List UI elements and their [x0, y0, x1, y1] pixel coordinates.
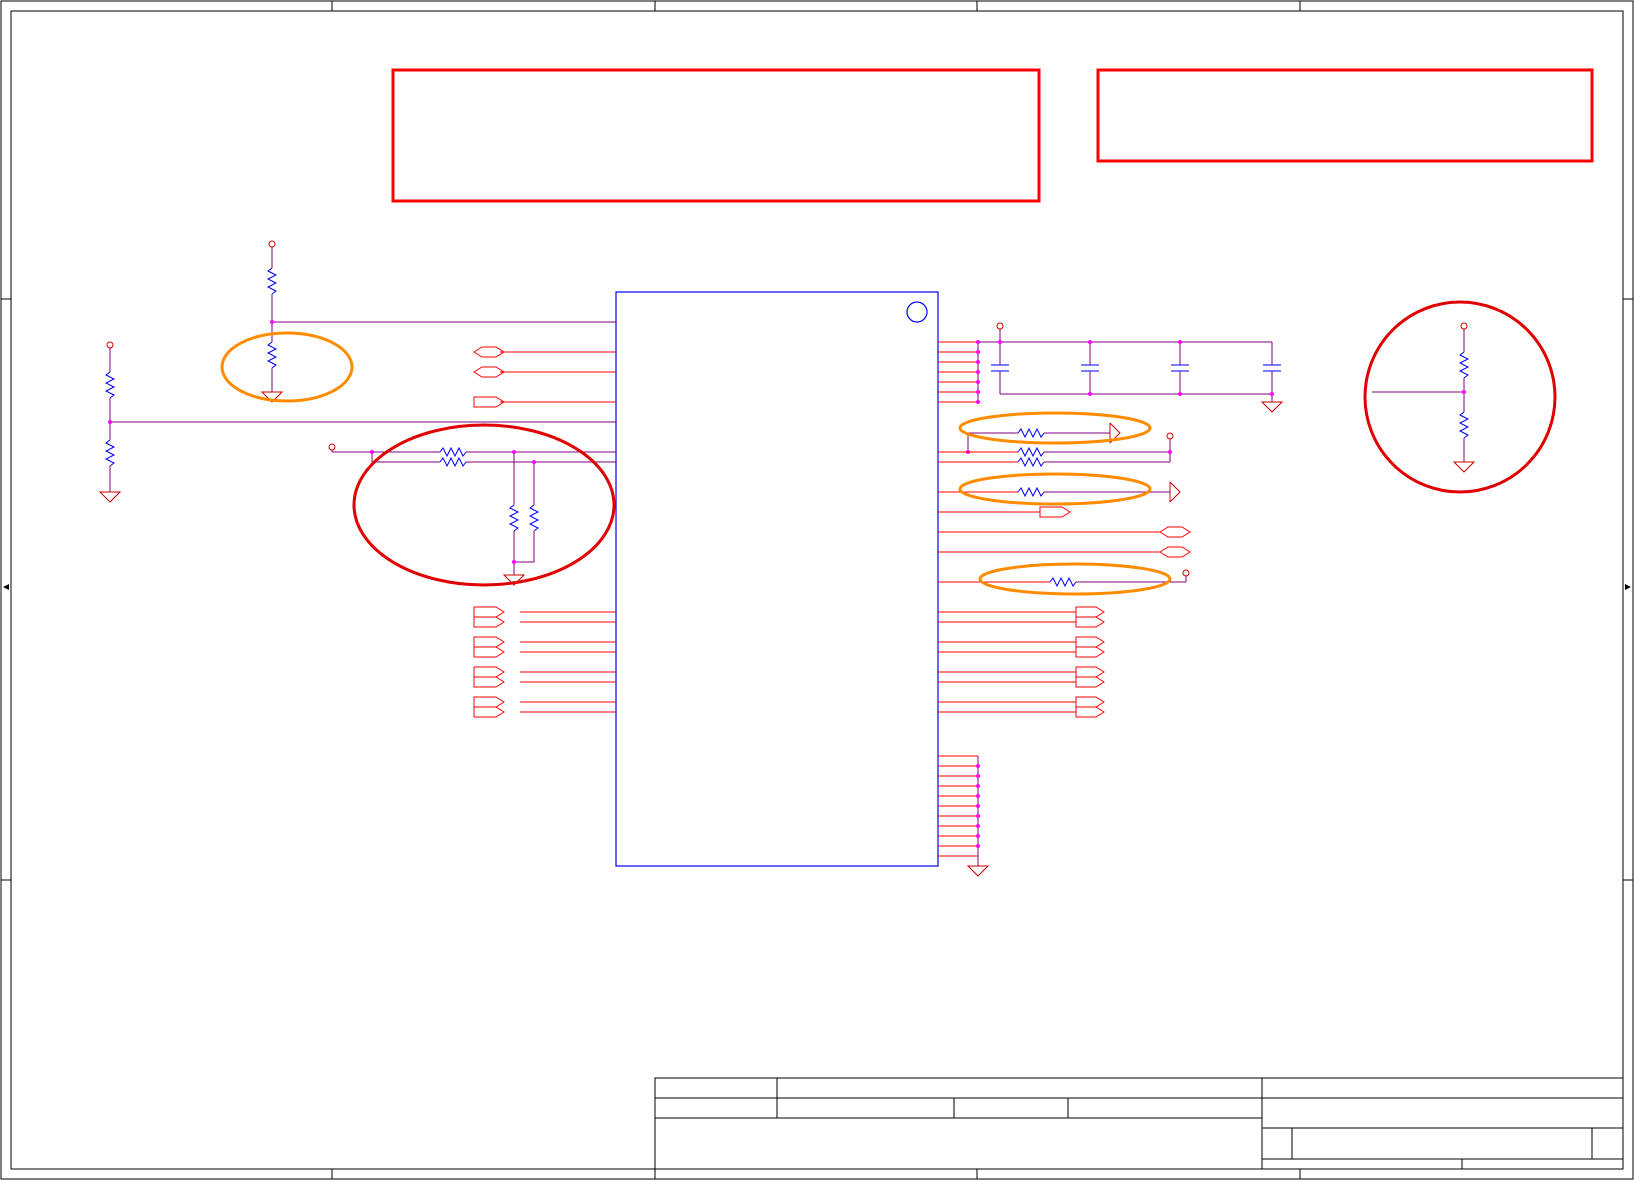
ground-symbol — [98, 491, 122, 503]
port-pair — [473, 636, 505, 648]
resistor — [266, 341, 278, 369]
port-pair — [473, 676, 505, 688]
ground-symbol — [1260, 401, 1284, 413]
schematic-canvas — [0, 0, 1634, 1180]
resistor — [104, 371, 116, 399]
resistor — [439, 456, 467, 468]
schematic-sheet — [0, 0, 1634, 1180]
pin1-marker — [906, 301, 928, 323]
resistor — [1017, 446, 1045, 458]
highlight-orange — [220, 331, 354, 403]
left-ports — [473, 346, 505, 718]
resistor — [266, 267, 278, 295]
resistor — [1458, 351, 1470, 379]
resistor — [439, 446, 467, 458]
resistor — [528, 504, 540, 532]
resistor — [1017, 456, 1045, 468]
highlight-orange — [978, 562, 1172, 596]
port-pair — [473, 646, 505, 658]
highlight-orange — [958, 472, 1152, 506]
right-ports — [1075, 606, 1105, 718]
resistor — [1017, 427, 1045, 439]
highlight-red — [352, 423, 616, 587]
port-bidir — [1159, 546, 1191, 558]
port-pair — [473, 616, 505, 628]
center-marker-right — [1625, 584, 1631, 590]
capacitor — [1263, 342, 1281, 402]
port-pair — [473, 696, 505, 708]
note-box-left — [391, 68, 1041, 203]
resistor — [1049, 576, 1077, 588]
capacitor — [1171, 340, 1189, 396]
right-pins-diff — [938, 611, 1076, 713]
right-pins-power — [938, 341, 978, 403]
sheet-frame — [0, 0, 1634, 1180]
arrow-port — [1169, 481, 1181, 503]
left-pins — [500, 351, 616, 713]
resistor — [1458, 411, 1470, 439]
port-bidir — [1159, 526, 1191, 538]
resistor — [1017, 486, 1045, 498]
divider-network-c — [1372, 322, 1476, 473]
highlights — [220, 300, 1557, 596]
port-input — [473, 396, 505, 408]
highlight-orange — [958, 411, 1152, 445]
title-block — [654, 1077, 1624, 1170]
capacitor — [1081, 340, 1099, 396]
capacitor — [991, 340, 1009, 394]
ground-symbol — [1452, 461, 1476, 473]
highlight-red — [1363, 300, 1557, 494]
resistor — [508, 504, 520, 532]
port-pair — [473, 606, 505, 618]
divider-network-a — [260, 240, 616, 403]
port-bidir — [473, 366, 505, 378]
right-power-bus — [976, 322, 1272, 404]
divider-network-b — [98, 341, 616, 503]
main-ic-body[interactable] — [615, 291, 939, 867]
port-output — [1039, 506, 1071, 518]
center-marker-left — [3, 584, 9, 590]
resistor — [104, 439, 116, 467]
port-bidir — [473, 346, 505, 358]
port-pair — [473, 706, 505, 718]
note-box-right — [1096, 68, 1594, 163]
port-pair — [473, 666, 505, 678]
ground-symbol — [966, 865, 990, 877]
ground-pins — [938, 755, 990, 877]
decoupling-capacitors — [991, 340, 1284, 413]
